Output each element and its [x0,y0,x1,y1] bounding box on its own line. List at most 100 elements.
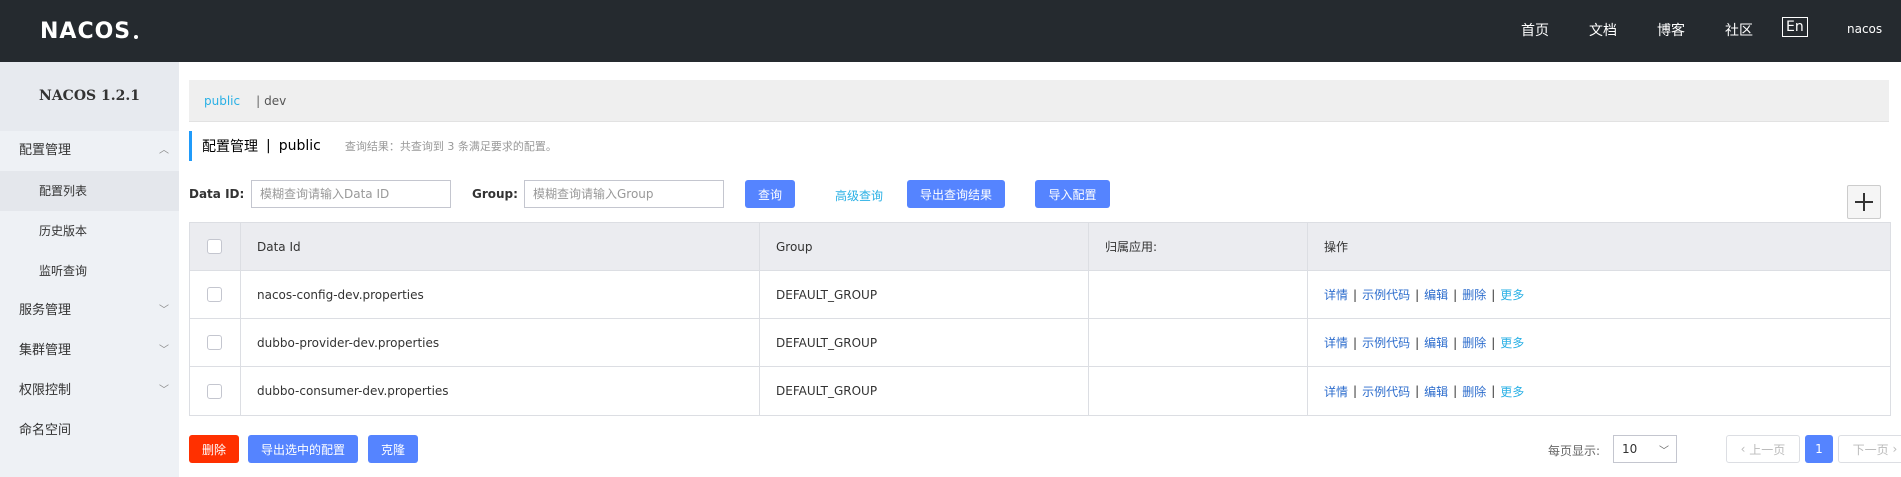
dataid-search-input[interactable] [251,180,451,208]
logo-dot [134,35,139,39]
op-separator: | [1415,335,1420,350]
sidebar-item-service-management[interactable]: 服务管理 ﹀ [0,291,179,331]
op-separator: | [1453,287,1458,302]
op-separator: | [1491,335,1496,350]
group-cell: DEFAULT_GROUP [760,367,1089,415]
row-check-cell [190,319,241,366]
sidebar-item-access-control[interactable]: 权限控制 ﹀ [0,371,179,411]
nacos-logo[interactable]: NACOS [40,15,139,47]
op-separator: | [1415,287,1420,302]
sidebar: NACOS 1.2.1 配置管理 ︿ 配置列表 历史版本 监听查询 服务管理 ﹀… [0,62,179,477]
namespace-public-link[interactable]: public [204,94,240,108]
sample-code-link[interactable]: 示例代码 [1362,286,1410,303]
next-page-label: 下一页 [1852,442,1889,457]
select-all-checkbox[interactable] [207,239,222,254]
delete-link[interactable]: 删除 [1462,286,1486,303]
detail-link[interactable]: 详情 [1324,334,1348,351]
add-config-button[interactable] [1847,185,1881,219]
header-ops: 操作 [1324,240,1349,254]
chevron-down-icon: ﹀ [159,305,169,316]
group-search-input[interactable] [524,180,724,208]
app-cell [1089,271,1308,318]
row-checkbox[interactable] [207,335,222,350]
op-separator: | [1453,335,1458,350]
query-button[interactable]: 查询 [745,180,795,208]
logo-text: NACOS [40,18,132,44]
sample-code-link[interactable]: 示例代码 [1362,334,1410,351]
export-query-results-button[interactable]: 导出查询结果 [907,180,1005,208]
ops-cell: 详情 | 示例代码 | 编辑 | 删除 | 更多 [1308,319,1890,366]
sidebar-item-label: 命名空间 [19,423,72,438]
advanced-query-link[interactable]: 高级查询 [835,187,883,204]
language-switch-button[interactable]: En [1782,17,1808,37]
top-header: NACOS 首页 文档 博客 社区 En nacos [0,0,1901,62]
chevron-down-icon: ﹀ [159,385,169,396]
config-table: Data Id Group 归属应用: 操作 nacos-config-dev.… [189,222,1891,416]
delete-link[interactable]: 删除 [1462,383,1486,400]
header-check-cell [190,223,241,270]
title-separator: | [266,138,271,154]
sidebar-item-label: 服务管理 [19,303,72,318]
page-size-select[interactable]: 10 ﹀ [1613,435,1677,463]
data-id-cell: nacos-config-dev.properties [241,271,760,318]
current-page-button[interactable]: 1 [1805,435,1833,463]
sidebar-item-label: 历史版本 [39,224,88,238]
sidebar-item-label: 集群管理 [19,343,72,358]
sidebar-item-config-list[interactable]: 配置列表 [0,171,179,211]
sidebar-item-namespace[interactable]: 命名空间 [0,411,179,451]
edit-link[interactable]: 编辑 [1424,286,1448,303]
page-size-label: 每页显示: [1548,444,1601,458]
page-size-value: 10 [1622,442,1638,456]
op-separator: | [1491,384,1496,398]
chevron-up-icon: ︿ [159,145,169,156]
group-cell: DEFAULT_GROUP [760,319,1089,366]
app-cell [1089,319,1308,366]
nav-community-link[interactable]: 社区 [1725,20,1753,40]
table-row: nacos-config-dev.properties DEFAULT_GROU… [190,271,1890,319]
data-id-cell: dubbo-provider-dev.properties [241,319,760,366]
row-checkbox[interactable] [207,383,222,399]
next-page-button[interactable]: 下一页 › [1838,435,1901,463]
sidebar-item-history[interactable]: 历史版本 [0,211,179,251]
dataid-label: Data ID: [189,187,245,201]
delete-link[interactable]: 删除 [1462,334,1486,351]
sample-code-link[interactable]: 示例代码 [1362,383,1410,400]
more-link[interactable]: 更多 [1500,286,1524,303]
data-id-cell: dubbo-consumer-dev.properties [241,367,760,415]
sidebar-item-cluster-management[interactable]: 集群管理 ﹀ [0,331,179,371]
table-header-row: Data Id Group 归属应用: 操作 [190,223,1890,271]
nav-docs-link[interactable]: 文档 [1589,20,1617,40]
namespace-separator: | [256,93,261,108]
ops-cell: 详情 | 示例代码 | 编辑 | 删除 | 更多 [1308,271,1890,318]
edit-link[interactable]: 编辑 [1424,383,1448,400]
nav-blog-link[interactable]: 博客 [1657,20,1685,40]
group-cell: DEFAULT_GROUP [760,271,1089,318]
prev-page-button[interactable]: ‹ 上一页 [1726,435,1800,463]
title-namespace: public [278,138,321,154]
chevron-left-icon: ‹ [1740,442,1750,456]
header-data-id: Data Id [241,223,760,270]
namespace-bar: public | dev [189,80,1889,122]
detail-link[interactable]: 详情 [1324,286,1348,303]
sidebar-item-label: 权限控制 [19,383,72,398]
sidebar-version-title: NACOS 1.2.1 [0,62,179,131]
op-separator: | [1453,384,1458,398]
delete-selected-button[interactable]: 删除 [189,435,239,463]
app-cell [1089,367,1308,415]
user-name[interactable]: nacos [1847,22,1882,36]
sidebar-item-listener-query[interactable]: 监听查询 [0,251,179,291]
row-checkbox[interactable] [207,287,222,302]
more-link[interactable]: 更多 [1500,334,1524,351]
nav-home-link[interactable]: 首页 [1521,20,1549,40]
namespace-dev-link[interactable]: dev [264,94,286,108]
op-separator: | [1353,335,1358,350]
clone-button[interactable]: 克隆 [368,435,418,463]
more-link[interactable]: 更多 [1500,383,1524,400]
group-label: Group: [472,187,518,201]
edit-link[interactable]: 编辑 [1424,334,1448,351]
import-config-button[interactable]: 导入配置 [1035,180,1110,208]
op-separator: | [1415,384,1420,398]
export-selected-button[interactable]: 导出选中的配置 [248,435,358,463]
sidebar-item-config-management[interactable]: 配置管理 ︿ [0,131,179,171]
detail-link[interactable]: 详情 [1324,383,1348,400]
